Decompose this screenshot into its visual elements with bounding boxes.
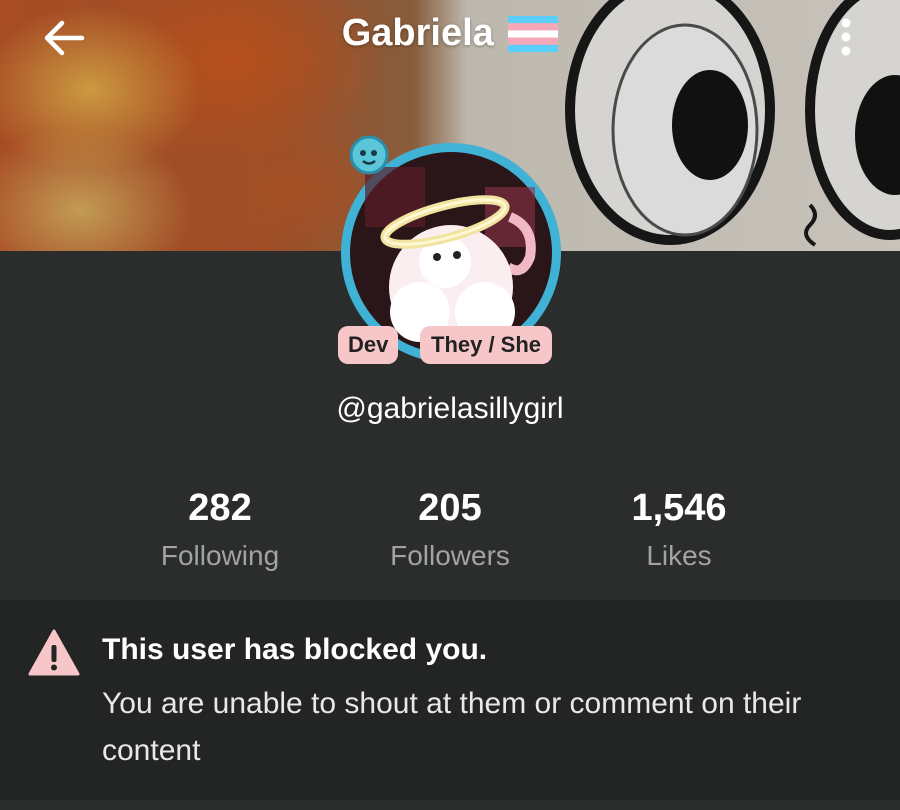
stat-followers-label: Followers [390,540,510,571]
badge-pronouns: They / She [420,326,553,364]
stat-likes-count: 1,546 [631,487,727,529]
stat-likes[interactable]: 1,546 Likes [559,486,799,572]
notice-body: You are unable to shout at them or comme… [102,687,802,767]
stat-followers-count: 205 [418,487,482,529]
avatar-decoration-icon [349,135,389,175]
stat-likes-label: Likes [646,540,712,571]
warning-icon [28,629,80,676]
stat-following-label: Following [160,540,280,571]
more-options-button[interactable] [828,14,864,60]
username: @gabrielasillygirl [336,392,564,425]
page-title: Gabriela [341,12,494,54]
badge-dev: Dev [338,326,399,364]
trans-flag-icon [508,15,559,52]
stat-followers[interactable]: 205 Followers [330,486,570,572]
more-vertical-icon [841,18,851,56]
notice-title: This user has blocked you. [102,633,488,666]
stat-following-count: 282 [188,487,252,529]
stat-following[interactable]: 282 Following [100,486,340,572]
header-title-row: Gabriela [0,12,900,55]
